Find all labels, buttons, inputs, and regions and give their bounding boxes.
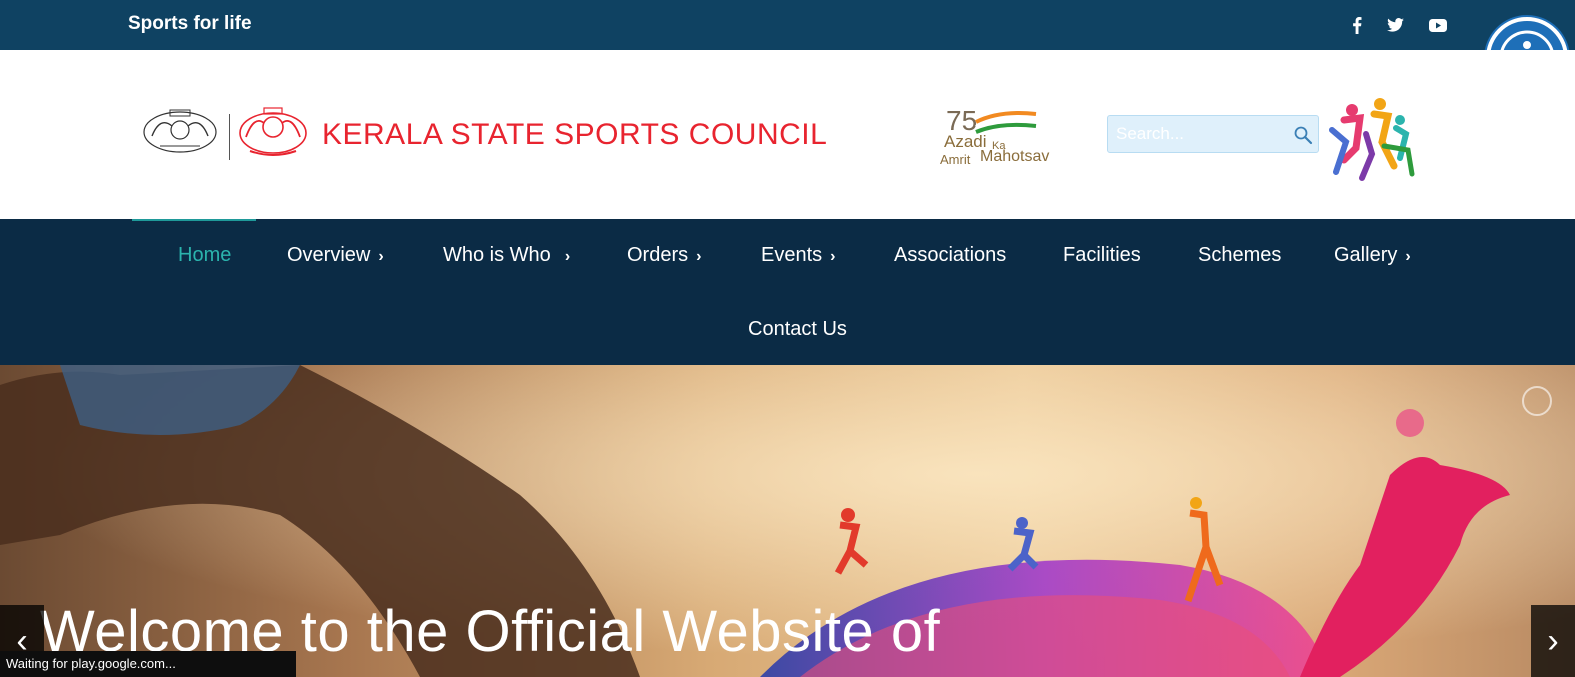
chevron-right-icon: › (564, 248, 571, 265)
nav-item-label: Home (178, 244, 232, 266)
sports-council-emblem-logo[interactable] (236, 105, 310, 162)
site-brand-name[interactable]: KERALA STATE SPORTS COUNCIL (322, 118, 827, 152)
nav-item-label: Who is Who (443, 244, 551, 266)
nav-item-label: Overview (287, 244, 371, 266)
nav-item-label: Events (761, 244, 823, 266)
chevron-right-icon: › (696, 248, 702, 265)
chevron-right-icon: › (1405, 248, 1411, 265)
chevron-right-icon: › (830, 248, 836, 265)
nav-item-label: Gallery (1334, 244, 1398, 266)
nav-item-label: Contact Us (748, 318, 847, 340)
facebook-icon[interactable] (1346, 14, 1368, 36)
nav-item-label: Associations (894, 244, 1007, 266)
azadi-ka-amrit-mahotsav-logo[interactable]: 75 Azadi Ka Amrit Mahotsav (940, 100, 1060, 170)
nav-item-label: Facilities (1063, 244, 1141, 266)
slider-next-button[interactable]: › (1531, 605, 1575, 677)
chevron-right-icon: › (378, 248, 384, 265)
loading-spinner-icon (1522, 386, 1552, 416)
browser-status-bar: Waiting for play.google.com... (0, 651, 296, 677)
nav-item-who-is-who[interactable]: Who is Who › (443, 244, 570, 267)
search-input[interactable] (1107, 115, 1319, 153)
youtube-icon[interactable] (1427, 14, 1449, 36)
nav-item-contact-us[interactable]: Contact Us (748, 318, 847, 341)
nav-item-overview[interactable]: Overview › (287, 244, 384, 267)
search-icon[interactable] (1293, 125, 1313, 145)
nav-item-label: Schemes (1198, 244, 1282, 266)
twitter-icon[interactable] (1384, 14, 1406, 36)
top-bar: Sports for life (0, 0, 1575, 50)
site-tagline: Sports for life (128, 13, 252, 34)
nav-item-label: Orders (627, 244, 689, 266)
government-emblem-logo[interactable] (140, 106, 220, 162)
nav-item-associations[interactable]: Associations (894, 244, 1006, 267)
nav-item-home[interactable]: Home (178, 244, 231, 267)
nav-item-facilities[interactable]: Facilities (1063, 244, 1141, 267)
azadi-mahotsav-text: Mahotsav (980, 148, 1050, 165)
sports-figures-illustration (1329, 98, 1415, 181)
nav-item-gallery[interactable]: Gallery › (1334, 244, 1411, 267)
nav-active-indicator (132, 219, 256, 221)
nav-item-events[interactable]: Events › (761, 244, 835, 267)
azadi-amrit-text: Amrit (940, 152, 971, 167)
chevron-right-icon: › (1547, 621, 1559, 660)
nav-item-orders[interactable]: Orders › (627, 244, 701, 267)
main-navigation: Home Overview › Who is Who › Orders › Event… (0, 219, 1575, 365)
logo-divider (229, 114, 230, 160)
nav-item-schemes[interactable]: Schemes (1198, 244, 1281, 267)
site-header: KERALA STATE SPORTS COUNCIL 75 Azadi Ka … (0, 50, 1575, 219)
hero-slider: Welcome to the Official Website of ‹ › (0, 365, 1575, 677)
